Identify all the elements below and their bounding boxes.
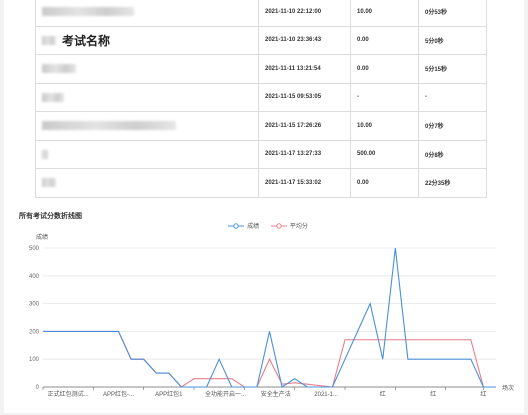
table-row[interactable]: 2021-11-15 09:53:05- - bbox=[35, 82, 487, 112]
duration-cell: 0分8秒 bbox=[418, 139, 487, 169]
score-line-chart: 0 100 200 300 400 500 成绩场次正式红包测试... APP红包-... AP… bbox=[29, 233, 514, 398]
submit-time-cell: 2021-11-10 23:36:43 bbox=[258, 25, 351, 55]
y-tick-label: 500 bbox=[29, 246, 40, 252]
legend-item-average[interactable]: 平均分 bbox=[270, 221, 308, 230]
score-cell: - bbox=[350, 82, 419, 112]
line-marker-icon bbox=[270, 222, 287, 229]
chart-title: 所有考试分数折线图 bbox=[19, 213, 82, 220]
submit-time-cell: 2021-11-11 13:21:54 bbox=[258, 54, 351, 84]
redacted-text bbox=[42, 35, 56, 45]
x-tick-label: 红 bbox=[430, 390, 436, 398]
redacted-text bbox=[42, 121, 176, 131]
y-tick-label: 200 bbox=[29, 329, 40, 335]
exam-name-cell bbox=[35, 54, 259, 84]
exam-score-table: 2021-11-10 22:12:00 10.00 0分53秒 考试名称 2021-11… bbox=[35, 0, 487, 198]
table-row[interactable]: 2021-11-17 13:27:33 500.00 0分8秒 bbox=[35, 139, 487, 169]
y-tick-label: 0 bbox=[36, 385, 40, 391]
y-tick-label: 100 bbox=[29, 357, 40, 363]
legend-item-score[interactable]: 成绩 bbox=[228, 221, 259, 230]
exam-name: 考试名称 bbox=[62, 33, 111, 48]
x-tick-label: 安全生产法 bbox=[261, 390, 291, 398]
duration-cell: 5分0秒 bbox=[418, 25, 487, 55]
x-tick-label: 红 bbox=[380, 390, 386, 398]
x-tick-label: APP红包-... bbox=[103, 390, 134, 398]
table-row[interactable]: 2021-11-15 17:26:26 10.00 0分7秒 bbox=[35, 111, 487, 141]
exam-name-cell bbox=[35, 168, 259, 198]
y-axis-title: 成绩 bbox=[36, 233, 48, 241]
legend-label-score: 成绩 bbox=[247, 224, 260, 230]
table-row[interactable]: 2021-11-17 15:33:02 0.00 22分35秒 bbox=[35, 168, 487, 198]
table-row[interactable]: 2021-11-11 13:21:54 0.00 5分15秒 bbox=[35, 54, 487, 84]
score-cell: 10.00 bbox=[350, 111, 419, 141]
x-tick-label: 2021-1... bbox=[314, 392, 338, 398]
x-tick-label: 红 bbox=[480, 390, 486, 398]
exam-name-cell bbox=[35, 0, 259, 27]
score-cell: 0.00 bbox=[350, 25, 419, 55]
page: 2021-11-10 22:12:00 10.00 0分53秒 考试名称 2021-11… bbox=[0, 0, 528, 415]
redacted-text bbox=[42, 92, 64, 102]
x-tick-label: 正式红包测试... bbox=[48, 390, 89, 398]
duration-cell: 0分7秒 bbox=[418, 111, 487, 141]
redacted-text bbox=[42, 7, 134, 17]
x-tick-label: APP红包1 bbox=[155, 390, 183, 398]
table-row[interactable]: 2021-11-10 22:12:00 10.00 0分53秒 bbox=[35, 0, 487, 27]
exam-results-card: 2021-11-10 22:12:00 10.00 0分53秒 考试名称 2021-11… bbox=[4, 0, 524, 413]
exam-name-cell bbox=[35, 82, 259, 112]
duration-cell: - bbox=[418, 82, 487, 112]
legend-label-average: 平均分 bbox=[289, 224, 308, 230]
score-cell: 0.00 bbox=[350, 54, 419, 84]
submit-time-cell: 2021-11-15 09:53:05 bbox=[258, 82, 351, 112]
line-marker-icon bbox=[228, 222, 245, 229]
score-cell: 500.00 bbox=[350, 139, 419, 169]
submit-time-cell: 2021-11-17 13:27:33 bbox=[258, 139, 351, 169]
y-tick-label: 400 bbox=[29, 274, 40, 280]
submit-time-cell: 2021-11-15 17:26:26 bbox=[258, 111, 351, 141]
x-axis-title: 场次 bbox=[502, 384, 514, 392]
series-line-score bbox=[43, 247, 496, 388]
redacted-text bbox=[42, 178, 56, 188]
submit-time-cell: 2021-11-10 22:12:00 bbox=[258, 0, 351, 27]
x-tick-label: 全功能开启一... bbox=[205, 390, 246, 398]
redacted-text bbox=[42, 64, 76, 74]
submit-time-cell: 2021-11-17 15:33:02 bbox=[258, 168, 351, 198]
exam-name-cell: 考试名称 bbox=[35, 25, 259, 55]
redacted-text bbox=[42, 149, 48, 159]
duration-cell: 5分15秒 bbox=[418, 54, 487, 84]
exam-name-cell bbox=[35, 139, 259, 169]
table-row[interactable]: 考试名称 2021-11-10 23:36:43 0.00 5分0秒 bbox=[35, 25, 487, 55]
y-tick-label: 300 bbox=[29, 302, 40, 308]
score-cell: 0.00 bbox=[350, 168, 419, 198]
score-cell: 10.00 bbox=[350, 0, 419, 27]
duration-cell: 22分35秒 bbox=[418, 168, 487, 198]
exam-name-cell bbox=[35, 111, 259, 141]
duration-cell: 0分53秒 bbox=[418, 0, 487, 27]
